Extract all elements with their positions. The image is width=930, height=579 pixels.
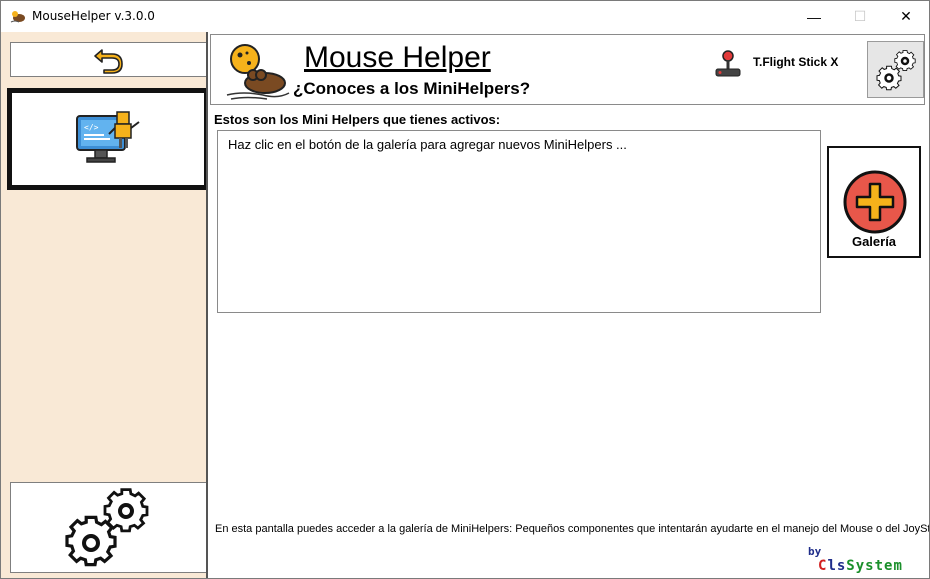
header: Mouse Helper ¿Conoces a los MiniHelpers?… [210, 34, 925, 105]
header-settings-button[interactable] [867, 41, 924, 98]
joystick-icon [715, 50, 741, 77]
mouse-app-icon [10, 11, 25, 23]
add-icon [843, 170, 907, 234]
back-button[interactable] [10, 42, 207, 77]
joystick-name: T.Flight Stick X [753, 55, 839, 69]
gears-icon [875, 49, 916, 90]
section-label: Estos son los Mini Helpers que tienes ac… [214, 112, 501, 127]
by-label: by [808, 545, 822, 558]
sidebar: </> [1, 32, 209, 578]
undo-arrow-icon [93, 48, 123, 74]
footer-description: En esta pantalla puedes acceder a la gal… [215, 523, 930, 535]
app-subtitle: ¿Conoces a los MiniHelpers? [293, 79, 531, 98]
app-title: Mouse Helper [304, 41, 491, 74]
window-title: MouseHelper v.3.0.0 [32, 9, 155, 23]
mouse-logo-icon [226, 44, 290, 100]
minimize-button[interactable]: — [791, 1, 837, 32]
brand-logo: ClsSystem [818, 558, 903, 574]
title-bar: MouseHelper v.3.0.0 — ☐ ✕ [1, 1, 929, 32]
brand-part-system: System [846, 558, 903, 574]
developer-monitor-icon: </> [76, 111, 140, 163]
gallery-label: Galería [851, 234, 897, 249]
gears-icon [65, 488, 149, 567]
sidebar-settings-button[interactable] [10, 482, 207, 573]
brand-part-ls: ls [827, 558, 847, 574]
svg-text:</>: </> [84, 123, 99, 132]
main-panel: Mouse Helper ¿Conoces a los MiniHelpers?… [206, 32, 929, 578]
maximize-button[interactable]: ☐ [837, 1, 883, 32]
gallery-button[interactable]: Galería [827, 146, 921, 258]
app-window: MouseHelper v.3.0.0 — ☐ ✕ </> Mouse Help… [0, 0, 930, 579]
close-button[interactable]: ✕ [883, 1, 929, 32]
list-hint: Haz clic en el botón de la galería para … [228, 137, 627, 152]
active-helpers-list[interactable]: Haz clic en el botón de la galería para … [217, 130, 821, 313]
developer-button[interactable]: </> [7, 88, 209, 190]
